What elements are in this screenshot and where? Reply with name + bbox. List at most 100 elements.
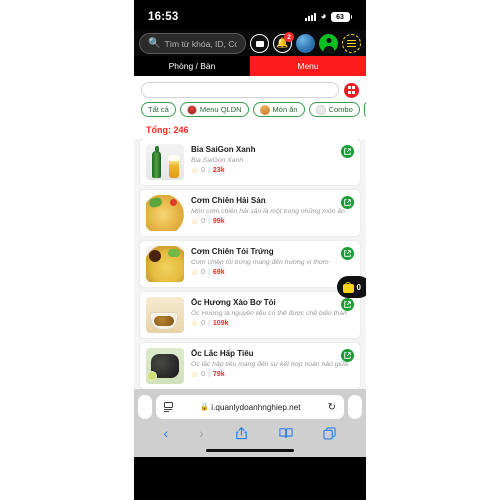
item-thumbnail [146, 348, 184, 384]
previous-tab-peek[interactable] [138, 395, 152, 419]
combo-icon [315, 104, 326, 115]
star-icon: ☆ [191, 216, 199, 226]
item-stats: ☆ 0 | 69k [191, 267, 354, 277]
item-thumbnail [146, 297, 184, 333]
qldn-logo-icon [186, 104, 197, 115]
url-text: i.quanlydoanhnghiep.net [211, 402, 301, 412]
filter-chip-label: Menu QLDN [199, 105, 242, 114]
back-button[interactable]: ‹ [163, 426, 168, 440]
item-title: Bia SaiGon Xanh [191, 145, 256, 154]
item-description: Cơm chiên tỏi trứng mang đến hương vị th… [191, 258, 329, 266]
header-search-placeholder: Tìm từ khóa, ID, Code [164, 38, 237, 49]
item-description: Bia SaiGon Xanh [191, 156, 244, 164]
reader-view-icon[interactable] [164, 401, 173, 413]
browser-nav-row: ‹ › [134, 419, 366, 440]
next-tab-peek[interactable] [348, 395, 362, 419]
item-stats: ☆ 0 | 23k [191, 165, 354, 175]
item-thumbnail [146, 246, 184, 282]
tab-phong-ban[interactable]: Phòng / Bàn [134, 56, 250, 76]
ios-status-bar: 16:53 ◕ 63 [134, 0, 366, 30]
tabs-icon[interactable] [323, 426, 337, 440]
item-meta: Cơm Chiên Hải Sản Món cơm chiên hải sản … [191, 195, 354, 231]
share-icon[interactable] [235, 426, 248, 440]
star-icon: ☆ [191, 165, 199, 175]
menu-search-input[interactable] [141, 82, 339, 98]
separator: | [208, 218, 210, 225]
item-price: 23k [212, 167, 225, 174]
filter-chip-overflow[interactable] [363, 102, 366, 117]
item-price: 79k [212, 371, 225, 378]
item-stats: ☆ 0 | 109k [191, 319, 354, 328]
star-icon: ☆ [191, 369, 199, 379]
menu-item-list[interactable]: Bia SaiGon Xanh Bia SaiGon Xanh ☆ 0 | 23… [134, 139, 366, 389]
item-thumbnail [146, 144, 184, 180]
filter-chips: Tất cả Menu QLDN Món ăn Combo [134, 102, 366, 122]
total-count-label: Tổng: 246 [134, 122, 366, 139]
bell-icon[interactable]: 🔔 2 [273, 32, 294, 53]
filter-chip-combo[interactable]: Combo [308, 102, 360, 117]
bell-badge: 2 [284, 32, 294, 42]
list-item[interactable]: Ốc Hương Xào Bơ Tỏi Ốc Hương là nguyên l… [140, 292, 360, 338]
item-title: Cơm Chiên Hải Sản [191, 196, 266, 205]
item-price: 69k [212, 269, 225, 276]
globe-icon[interactable] [296, 34, 315, 53]
separator: | [208, 269, 210, 276]
item-description: Ốc lắc hấp tiêu mang đến sự kết hợp hoàn… [191, 360, 349, 368]
list-item[interactable]: Ốc Lắc Hấp Tiêu Ốc lắc hấp tiêu mang đến… [140, 343, 360, 389]
separator: | [208, 320, 210, 327]
search-icon: 🔍 [148, 37, 161, 49]
item-price: 109k [212, 320, 229, 327]
star-icon: ☆ [191, 267, 199, 277]
hamburger-menu-icon[interactable] [342, 34, 361, 53]
battery-icon: 63 [330, 12, 350, 22]
cart-floating-button[interactable]: 0 [336, 276, 366, 298]
book-icon[interactable] [278, 427, 293, 439]
wifi-icon: ◕ [320, 11, 327, 22]
item-rating: 0 [201, 167, 206, 174]
item-rating: 0 [201, 320, 206, 327]
lock-icon: 🔒 [200, 404, 209, 411]
reload-icon[interactable]: ↻ [328, 402, 336, 413]
item-stats: ☆ 0 | 99k [191, 216, 354, 226]
external-link-icon[interactable] [341, 349, 354, 362]
external-link-icon[interactable] [341, 196, 354, 209]
item-title: Ốc Lắc Hấp Tiêu [191, 349, 254, 358]
item-meta: Ốc Lắc Hấp Tiêu Ốc lắc hấp tiêu mang đến… [191, 348, 354, 384]
item-rating: 0 [201, 371, 206, 378]
item-rating: 0 [201, 269, 206, 276]
filter-chip-label: Món ăn [272, 105, 298, 114]
card-icon[interactable] [250, 34, 269, 53]
item-meta: Bia SaiGon Xanh Bia SaiGon Xanh ☆ 0 | 23… [191, 144, 354, 180]
list-item[interactable]: Bia SaiGon Xanh Bia SaiGon Xanh ☆ 0 | 23… [140, 139, 360, 185]
filter-chip-label: Tất cả [148, 105, 169, 114]
item-price: 99k [212, 218, 225, 225]
list-item[interactable]: Cơm Chiên Hải Sản Món cơm chiên hải sản … [140, 190, 360, 236]
qr-scan-icon[interactable] [344, 82, 359, 98]
filter-chip-mon-an[interactable]: Món ăn [252, 102, 305, 117]
forward-button[interactable]: › [199, 426, 204, 440]
address-bar[interactable]: 🔒 i.quanlydoanhnghiep.net ↻ [156, 395, 344, 419]
avatar[interactable] [319, 34, 338, 53]
item-meta: Ốc Hương Xào Bơ Tỏi Ốc Hương là nguyên l… [191, 297, 354, 333]
item-description: Món cơm chiên hải sản là một trong những… [191, 207, 345, 215]
external-link-icon[interactable] [341, 145, 354, 158]
external-link-icon[interactable] [341, 298, 354, 311]
header-search-input[interactable]: 🔍 Tìm từ khóa, ID, Code [139, 33, 246, 54]
shopping-bag-icon [342, 281, 354, 293]
separator: | [208, 167, 210, 174]
cart-count: 0 [356, 282, 361, 292]
filter-chip-menu-qldn[interactable]: Menu QLDN [179, 102, 249, 117]
url-row: 🔒 i.quanlydoanhnghiep.net ↻ [134, 395, 366, 419]
app-header: 🔍 Tìm từ khóa, ID, Code 🔔 2 [134, 30, 366, 56]
url-text-wrap: 🔒 i.quanlydoanhnghiep.net [200, 403, 300, 412]
food-icon [259, 104, 270, 115]
item-thumbnail [146, 195, 184, 231]
item-title: Ốc Hương Xào Bơ Tỏi [191, 298, 276, 307]
item-meta: Cơm Chiên Tỏi Trứng Cơm chiên tỏi trứng … [191, 246, 354, 282]
tab-menu[interactable]: Menu [250, 56, 366, 76]
filter-chip-tat-ca[interactable]: Tất cả [141, 102, 176, 117]
external-link-icon[interactable] [341, 247, 354, 260]
list-item[interactable]: Cơm Chiên Tỏi Trứng Cơm chiên tỏi trứng … [140, 241, 360, 287]
status-indicators: ◕ 63 [305, 12, 352, 22]
status-time: 16:53 [148, 11, 179, 23]
